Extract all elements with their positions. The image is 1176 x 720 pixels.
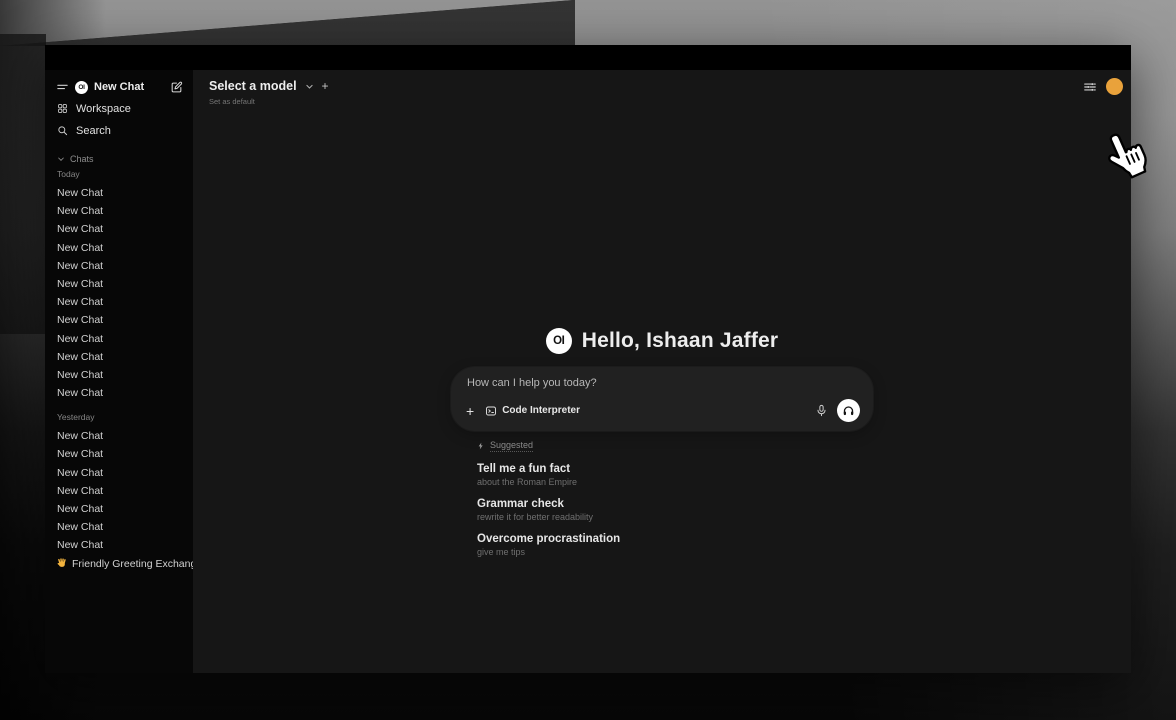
model-chevron-down-icon[interactable] (305, 82, 314, 91)
suggestion-title: Tell me a fun fact (477, 463, 873, 475)
chats-section-label: Chats (70, 154, 94, 164)
greeting-text: Hello, Ishaan Jaffer (582, 329, 779, 353)
attach-plus-button[interactable]: + (464, 405, 476, 417)
add-model-button[interactable]: + (322, 81, 329, 91)
chat-list-item[interactable]: New Chat (45, 427, 193, 445)
workspace-grid-icon (57, 103, 68, 114)
chat-list-item[interactable]: New Chat (45, 293, 193, 311)
chat-title: New Chat (94, 81, 144, 93)
chat-list-item[interactable]: New Chat (45, 330, 193, 348)
desktop-background: OI New Chat Workspace Search (0, 0, 1176, 720)
suggestion-subtitle: give me tips (477, 547, 873, 557)
suggestion-item[interactable]: Tell me a fun fact about the Roman Empir… (477, 463, 873, 487)
terminal-icon (485, 405, 497, 417)
suggestion-title: Grammar check (477, 498, 873, 510)
window-titlebar (45, 45, 1131, 70)
suggested-header: Suggested (477, 440, 873, 452)
wallpaper-wedge (0, 0, 575, 46)
sidebar-item-search[interactable]: Search (45, 121, 193, 140)
search-icon (57, 125, 68, 136)
sidebar-toggle-icon[interactable] (56, 81, 69, 94)
suggestion-subtitle: about the Roman Empire (477, 477, 873, 487)
workspace-label: Workspace (76, 103, 131, 115)
user-avatar[interactable] (1106, 78, 1123, 95)
sidebar-item-workspace[interactable]: Workspace (45, 99, 193, 118)
openwebui-logo-large: OI (546, 328, 572, 354)
suggested-section: Suggested Tell me a fun fact about the R… (451, 440, 873, 557)
suggestion-item[interactable]: Overcome procrastination give me tips (477, 533, 873, 557)
bolt-icon (477, 442, 485, 450)
suggestion-item[interactable]: Grammar check rewrite it for better read… (477, 498, 873, 522)
sidebar: OI New Chat Workspace Search (45, 70, 193, 673)
controls-sliders-icon[interactable] (1083, 80, 1097, 94)
chat-list-item[interactable]: New Chat (45, 482, 193, 500)
model-selector[interactable]: Select a model (209, 79, 297, 93)
chat-list-item[interactable]: New Chat (45, 184, 193, 202)
chat-list-item[interactable]: New Chat (45, 536, 193, 554)
chat-list-item[interactable]: New Chat (45, 500, 193, 518)
new-chat-icon[interactable] (170, 81, 183, 94)
chat-list-item[interactable]: New Chat (45, 384, 193, 402)
greeting-row: OI Hello, Ishaan Jaffer (451, 328, 873, 354)
suggestion-subtitle: rewrite it for better readability (477, 512, 873, 522)
chat-list-item[interactable]: New Chat (45, 366, 193, 384)
chat-list-item[interactable]: New Chat (45, 348, 193, 366)
chat-list-item[interactable]: New Chat (45, 445, 193, 463)
code-interpreter-label: Code Interpreter (502, 405, 580, 416)
chat-group-label: Yesterday (45, 410, 193, 425)
headphones-icon (842, 404, 855, 417)
chat-list-item[interactable]: New Chat (45, 239, 193, 257)
message-input[interactable]: How can I help you today? (464, 377, 860, 389)
chat-list-item[interactable]: New Chat (45, 220, 193, 238)
chat-list-item[interactable]: New Chat (45, 518, 193, 536)
app-window: OI New Chat Workspace Search (45, 45, 1131, 673)
chat-list-item[interactable]: New Chat (45, 275, 193, 293)
welcome-panel: OI Hello, Ishaan Jaffer How can I help y… (451, 328, 873, 557)
chat-list-item[interactable]: New Chat (45, 464, 193, 482)
wallpaper-wedge-left (0, 34, 46, 334)
chat-list-item[interactable]: Friendly Greeting Exchange (45, 555, 193, 573)
wave-emoji-icon (57, 555, 68, 573)
chats-section-toggle[interactable]: Chats (45, 153, 193, 165)
model-selector-area: Select a model + Set as default (209, 79, 329, 106)
suggested-label: Suggested (490, 440, 533, 452)
chat-group-label: Today (45, 167, 193, 182)
chat-list: TodayNew ChatNew ChatNew ChatNew ChatNew… (45, 167, 193, 573)
set-as-default-button[interactable]: Set as default (209, 97, 329, 106)
suggestion-title: Overcome procrastination (477, 533, 873, 545)
code-interpreter-toggle[interactable]: Code Interpreter (485, 405, 580, 417)
voice-call-button[interactable] (837, 399, 860, 422)
main-area: Select a model + Set as default OI (193, 70, 1131, 673)
chat-list-item[interactable]: New Chat (45, 202, 193, 220)
header-controls (1083, 78, 1123, 95)
chat-list-item[interactable]: New Chat (45, 257, 193, 275)
chat-list-item[interactable]: New Chat (45, 311, 193, 329)
openwebui-logo: OI (75, 81, 88, 94)
microphone-icon[interactable] (815, 404, 828, 417)
search-label: Search (76, 125, 111, 137)
chevron-down-icon (57, 155, 65, 163)
message-composer[interactable]: How can I help you today? + Code Interpr… (451, 367, 873, 431)
sidebar-header: OI New Chat (45, 78, 193, 96)
